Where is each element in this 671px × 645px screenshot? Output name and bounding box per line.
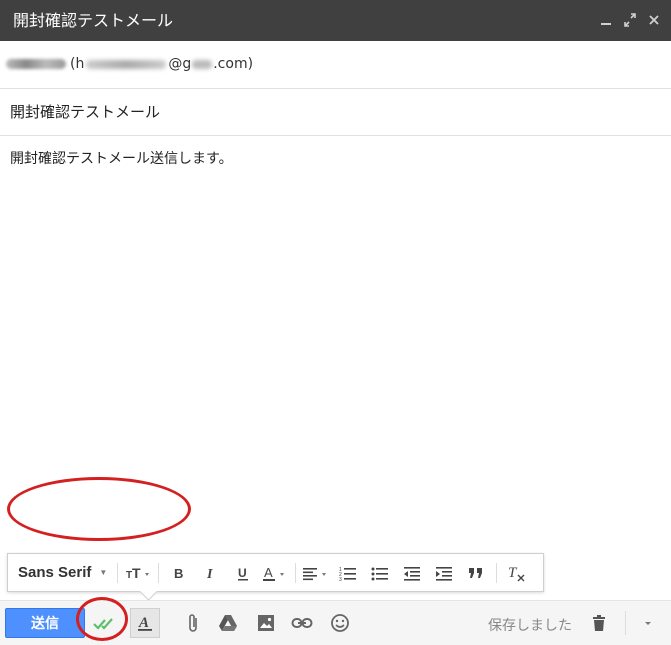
expand-icon[interactable] [623,10,637,30]
saved-status: 保存しました [488,618,572,634]
bulleted-list-icon [371,567,389,580]
svg-text:A: A [264,565,273,580]
chevron-down-icon: ▼ [99,568,108,577]
svg-text:T: T [508,565,518,581]
align-button[interactable] [300,553,332,592]
close-icon[interactable] [647,10,661,30]
remove-formatting-button[interactable]: T [501,553,533,592]
toolbar-divider [117,562,119,583]
bold-icon: B [174,566,183,581]
discard-draft-icon[interactable] [586,610,612,636]
numbered-list-icon: 1 2 3 [339,567,357,581]
insert-photo-icon[interactable] [253,610,279,636]
indent-less-button[interactable] [396,553,428,592]
bulleted-list-button[interactable] [364,553,396,592]
svg-text:U: U [238,566,247,580]
indent-more-button[interactable] [428,553,460,592]
text-color-button[interactable]: A [259,553,291,592]
toolbar-divider [496,562,498,583]
svg-text:3: 3 [339,577,342,581]
italic-icon: I [206,567,213,581]
compose-titlebar: 開封確認テストメール [0,0,671,41]
recipient-at: @g [168,56,192,72]
toolbar-divider [158,562,160,583]
indent-more-icon [436,566,453,581]
attach-file-icon[interactable] [180,610,206,636]
annotation-ellipse [7,477,191,541]
insert-link-icon[interactable] [289,610,315,636]
svg-text:B: B [174,566,183,581]
font-family-select[interactable]: Sans Serif ▼ [8,553,113,592]
font-family-label: Sans Serif [18,564,92,581]
text-format-icon: A [138,615,152,631]
font-size-button[interactable]: T T [122,553,154,592]
redacted-name [6,59,66,69]
font-size-icon: T T [126,565,150,581]
recipient-end: .com) [213,56,254,72]
recipient-chip[interactable]: (h @g .com) [6,56,253,72]
recipient-row[interactable]: (h @g .com) [0,41,671,89]
underline-icon: U [238,566,249,580]
send-button[interactable]: 送信 [5,608,85,638]
remove-formatting-icon: T [508,565,525,581]
google-drive-icon[interactable] [215,610,241,636]
recipient-paren-open: (h [70,56,85,72]
align-left-icon [303,567,327,580]
insert-emoji-icon[interactable] [327,610,353,636]
italic-button[interactable]: I [195,553,227,592]
text-color-icon: A [263,565,285,581]
toolbar-divider [295,562,297,583]
formatting-options-button[interactable]: A [130,608,160,638]
quote-icon [469,567,483,578]
redacted-address [86,59,167,69]
annotation-circle [76,597,128,641]
compose-title: 開封確認テストメール [13,11,174,30]
window-controls [599,10,661,30]
redacted-domain [192,59,213,69]
subject-row[interactable]: 開封確認テストメール [0,89,671,136]
svg-text:T: T [132,565,141,581]
bottom-divider [625,611,626,635]
svg-text:I: I [206,567,213,581]
quote-button[interactable] [460,553,492,592]
subject-field[interactable]: 開封確認テストメール [10,101,160,122]
body-text: 開封確認テストメール送信します。 [10,151,233,167]
bold-button[interactable]: B [163,553,195,592]
formatting-toolbar: Sans Serif ▼ T T B I U A 1 2 3 T [7,553,544,592]
numbered-list-button[interactable]: 1 2 3 [332,553,364,592]
svg-text:A: A [138,615,149,631]
more-options-icon[interactable] [635,610,661,636]
indent-less-icon [404,566,421,581]
underline-button[interactable]: U [227,553,259,592]
minimize-icon[interactable] [599,10,613,30]
